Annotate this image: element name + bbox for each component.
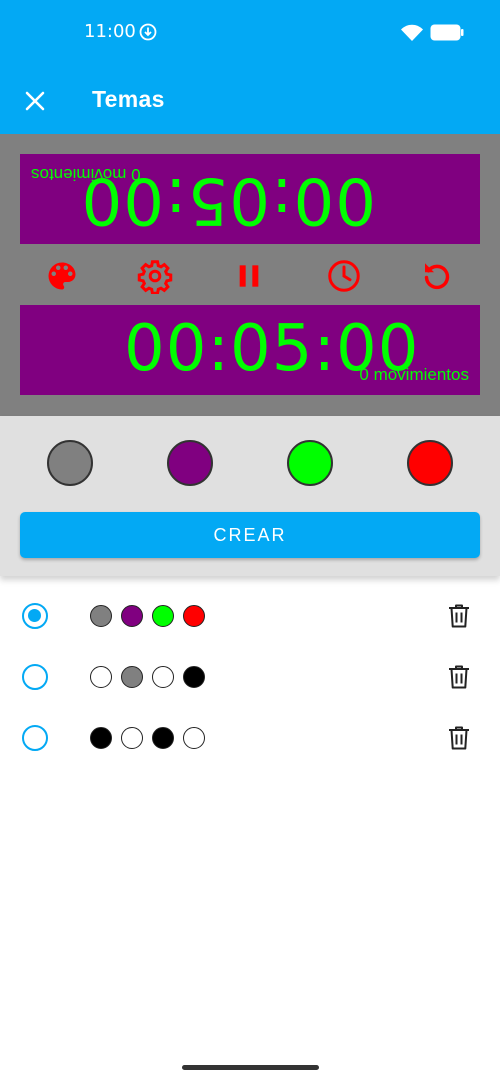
restart-button[interactable]	[417, 256, 457, 296]
theme-radio[interactable]	[22, 664, 48, 690]
palette-icon	[48, 262, 76, 290]
bottom-clock-moves: 0 movimientos	[359, 365, 469, 384]
restart-icon	[424, 263, 450, 290]
color-dot	[183, 605, 205, 627]
settings-icon	[137, 260, 173, 294]
top-clock-panel[interactable]: 00:05:00 0 movimientos	[20, 154, 480, 244]
theme-radio[interactable]	[22, 725, 48, 751]
color-dot	[90, 666, 112, 688]
settings-button[interactable]	[135, 256, 175, 296]
time-button[interactable]	[324, 256, 364, 296]
download-icon	[139, 23, 157, 46]
color-dot	[152, 727, 174, 749]
list-item[interactable]	[0, 647, 500, 707]
close-icon	[25, 91, 45, 111]
theme-preview: 00:05:00 0 movimientos 00:05:00 0 movimi…	[0, 134, 500, 416]
controls-bar	[20, 252, 480, 298]
color-dot	[90, 727, 112, 749]
bottom-clock-panel[interactable]: 00:05:00 0 movimientos	[20, 305, 480, 395]
color-dot	[152, 605, 174, 627]
color-dot	[183, 727, 205, 749]
home-indicator[interactable]	[182, 1065, 319, 1070]
color-dot	[90, 605, 112, 627]
trash-icon	[449, 726, 469, 750]
pause-icon	[239, 265, 259, 287]
clock-icon	[328, 260, 360, 292]
battery-icon	[430, 24, 464, 41]
app-bar: Temas	[0, 66, 500, 134]
top-clock-moves: 0 movimientos	[31, 165, 141, 184]
swatch-text[interactable]	[287, 440, 333, 486]
color-picker: CREAR	[0, 416, 500, 576]
create-button[interactable]: CREAR	[20, 512, 480, 558]
color-dot	[152, 666, 174, 688]
swatch-icons[interactable]	[407, 440, 453, 486]
color-dot	[121, 666, 143, 688]
swatch-background[interactable]	[47, 440, 93, 486]
page-title: Temas	[92, 86, 165, 112]
status-bar: 11:00	[0, 0, 500, 66]
theme-radio[interactable]	[22, 603, 48, 629]
close-button[interactable]	[18, 84, 52, 118]
wifi-icon	[400, 24, 424, 47]
palette-button[interactable]	[42, 256, 82, 296]
status-time: 11:00	[84, 21, 136, 42]
delete-button[interactable]	[447, 603, 471, 629]
trash-icon	[449, 604, 469, 628]
delete-button[interactable]	[447, 725, 471, 751]
list-item[interactable]	[0, 586, 500, 646]
color-dot	[183, 666, 205, 688]
color-dot	[121, 727, 143, 749]
list-item[interactable]	[0, 708, 500, 768]
delete-button[interactable]	[447, 664, 471, 690]
trash-icon	[449, 665, 469, 689]
color-dot	[121, 605, 143, 627]
pause-button[interactable]	[229, 256, 269, 296]
swatch-panel[interactable]	[167, 440, 213, 486]
